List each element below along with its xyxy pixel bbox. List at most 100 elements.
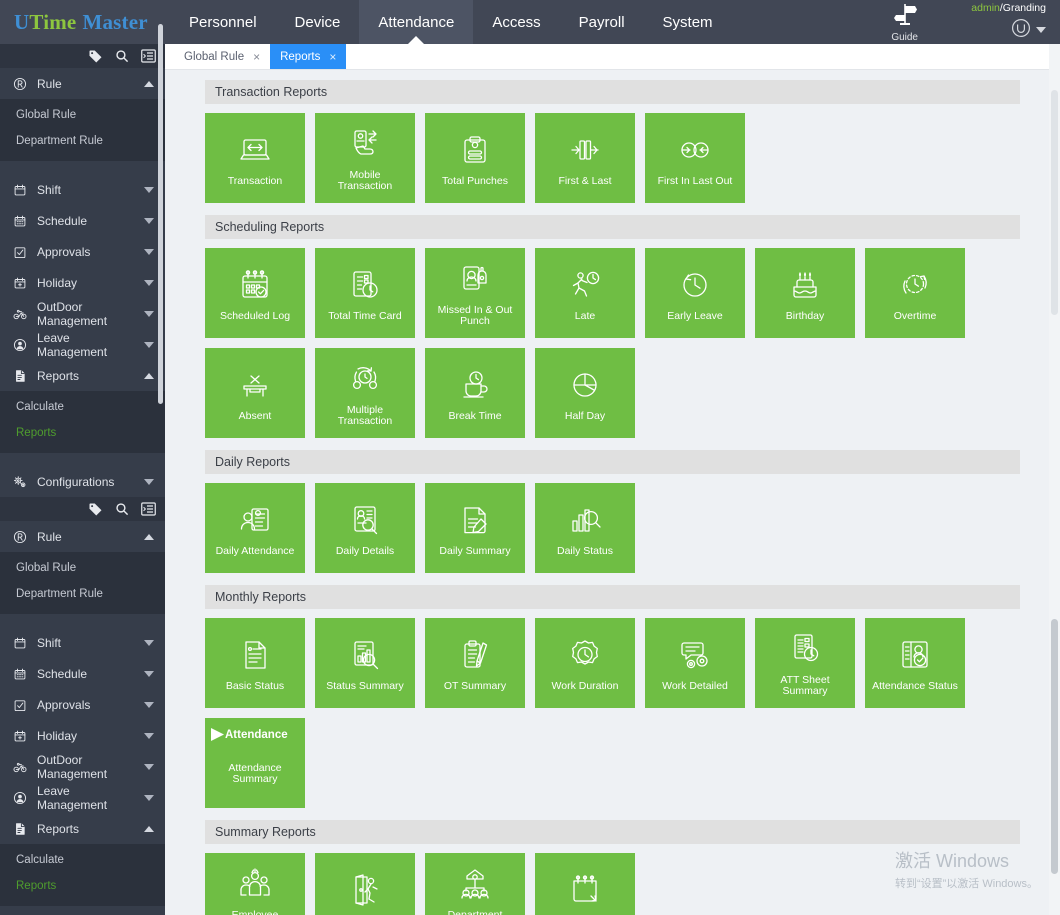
chevron-down-icon[interactable] [144, 249, 154, 255]
sidebar-item-holiday[interactable]: Holiday [0, 267, 165, 298]
close-icon[interactable]: × [329, 50, 336, 64]
sidebar-subitem-reports[interactable]: Reports [0, 420, 165, 446]
main-scrollbar-thumb[interactable] [1051, 619, 1058, 874]
chevron-down-icon[interactable] [144, 764, 154, 770]
tab-reports[interactable]: Reports× [270, 44, 346, 69]
tag-icon[interactable] [88, 49, 103, 64]
report-tile-late[interactable]: Late [535, 248, 635, 338]
sidebar-scrollbar[interactable] [158, 24, 163, 404]
report-tile-department-summary[interactable]: Department Summary [425, 853, 525, 915]
sidebar-subitem-reports[interactable]: Reports [0, 873, 165, 899]
sidebar-item-leave-management[interactable]: Leave Management [0, 782, 165, 813]
report-tile-total-time-card[interactable]: Total Time Card [315, 248, 415, 338]
report-tile-absent[interactable]: Absent [205, 348, 305, 438]
tab-global-rule[interactable]: Global Rule× [174, 44, 270, 69]
nav-item-personnel[interactable]: Personnel [170, 0, 276, 44]
sidebar-subitem-global-rule[interactable]: Global Rule [0, 555, 165, 581]
tag-icon[interactable] [88, 502, 103, 517]
app-logo[interactable]: UTimeMaster [0, 0, 170, 44]
chevron-down-icon[interactable] [144, 479, 154, 485]
sidebar-subitem-department-rule[interactable]: Department Rule [0, 128, 165, 154]
sidebar-item-configurations[interactable]: Configurations [0, 466, 165, 497]
main-scrollbar-track[interactable] [1049, 44, 1060, 915]
report-tile-employee-summary[interactable]: Employee Summary [205, 853, 305, 915]
report-tile-basic-status[interactable]: Basic Status [205, 618, 305, 708]
close-icon[interactable]: × [253, 50, 260, 64]
report-tile-birthday[interactable]: Birthday [755, 248, 855, 338]
report-tile-attendance-summary[interactable]: AttendanceAttendance Summary [205, 718, 305, 808]
chevron-down-icon[interactable] [144, 733, 154, 739]
report-tile-total-punches[interactable]: Total Punches [425, 113, 525, 203]
report-tile-early-leave[interactable]: Early Leave [645, 248, 745, 338]
chevron-down-icon[interactable] [144, 640, 154, 646]
nav-item-attendance[interactable]: Attendance [359, 0, 473, 44]
report-tile-work-detailed[interactable]: Work Detailed [645, 618, 745, 708]
sidebar-item-leave-management[interactable]: Leave Management [0, 329, 165, 360]
chevron-up-icon[interactable] [144, 373, 154, 379]
sidebar-item-approvals[interactable]: Approvals [0, 689, 165, 720]
report-tile-attendance-status[interactable]: Attendance Status [865, 618, 965, 708]
report-tile-first-in-last-out[interactable]: First In Last Out [645, 113, 745, 203]
sidebar-subitem-department-rule[interactable]: Department Rule [0, 581, 165, 607]
chevron-down-icon[interactable] [144, 218, 154, 224]
chevron-down-icon[interactable] [144, 311, 154, 317]
report-tile-leave-summary[interactable]: Leave Summary [315, 853, 415, 915]
report-tile-daily-summary[interactable]: Daily Summary [425, 483, 525, 573]
user-menu[interactable]: admin/Granding [940, 0, 1060, 44]
report-tile-ot-summary[interactable]: OT Summary [425, 618, 525, 708]
collapse-menu-icon[interactable] [141, 49, 156, 63]
chevron-down-icon[interactable] [144, 280, 154, 286]
chevron-down-icon[interactable] [144, 795, 154, 801]
report-tile-transaction[interactable]: Transaction [205, 113, 305, 203]
report-tile-scheduled-log[interactable]: Scheduled Log [205, 248, 305, 338]
sidebar-subitem-calculate[interactable]: Calculate [0, 847, 165, 873]
search-icon[interactable] [115, 49, 129, 63]
sidebar-subitem-calculate[interactable]: Calculate [0, 394, 165, 420]
nav-item-device[interactable]: Device [276, 0, 360, 44]
report-tile-daily-status[interactable]: Daily Status [535, 483, 635, 573]
report-tile-break-time[interactable]: Break Time [425, 348, 525, 438]
report-tile-daily-attendance[interactable]: Daily Attendance [205, 483, 305, 573]
sidebar-subitem-global-rule[interactable]: Global Rule [0, 102, 165, 128]
report-tile-status-summary[interactable]: Status Summary [315, 618, 415, 708]
chevron-down-icon[interactable] [144, 342, 154, 348]
report-tile-overtime[interactable]: Overtime [865, 248, 965, 338]
guide-button[interactable]: Guide [869, 0, 940, 44]
avatar-group[interactable] [1011, 18, 1046, 43]
report-tile-att-sheet-summary[interactable]: ATT Sheet Summary [755, 618, 855, 708]
sidebar-item-rule[interactable]: Rule [0, 68, 165, 99]
collapse-menu-icon[interactable] [141, 502, 156, 516]
chevron-down-icon[interactable] [144, 702, 154, 708]
sidebar-item-reports[interactable]: Reports [0, 813, 165, 844]
sidebar-item-shift[interactable]: Shift [0, 627, 165, 658]
chevron-down-icon[interactable] [144, 671, 154, 677]
chevron-up-icon[interactable] [144, 826, 154, 832]
report-tile-multiple-transaction[interactable]: Multiple Transaction [315, 348, 415, 438]
sidebar-item-reports[interactable]: Reports [0, 360, 165, 391]
sidebar-item-schedule[interactable]: Schedule [0, 658, 165, 689]
sidebar-item-outdoor-management[interactable]: OutDoor Management [0, 298, 165, 329]
chevron-down-icon[interactable] [1036, 27, 1046, 33]
report-tile-missed-in-out-punch[interactable]: Missed In & Out Punch [425, 248, 525, 338]
nav-item-system[interactable]: System [644, 0, 732, 44]
report-tile-mobile-transaction[interactable]: Mobile Transaction [315, 113, 415, 203]
sidebar-item-outdoor-management[interactable]: OutDoor Management [0, 751, 165, 782]
report-tile-yearly-summary[interactable]: Yearly Summary [535, 853, 635, 915]
report-tile-work-duration[interactable]: Work Duration [535, 618, 635, 708]
main-scrollbar-upper[interactable] [1051, 90, 1058, 315]
chevron-up-icon[interactable] [144, 534, 154, 540]
nav-item-access[interactable]: Access [473, 0, 559, 44]
reports-scroll-area[interactable]: Transaction ReportsTransactionMobile Tra… [165, 70, 1060, 915]
report-tile-daily-details[interactable]: Daily Details [315, 483, 415, 573]
chevron-down-icon[interactable] [144, 187, 154, 193]
sidebar-item-shift[interactable]: Shift [0, 174, 165, 205]
nav-item-payroll[interactable]: Payroll [560, 0, 644, 44]
sidebar-item-rule[interactable]: Rule [0, 521, 165, 552]
sidebar-item-holiday[interactable]: Holiday [0, 720, 165, 751]
chevron-up-icon[interactable] [144, 81, 154, 87]
search-icon[interactable] [115, 502, 129, 516]
sidebar-item-approvals[interactable]: Approvals [0, 236, 165, 267]
report-tile-half-day[interactable]: Half Day [535, 348, 635, 438]
report-tile-first-last[interactable]: First & Last [535, 113, 635, 203]
sidebar-item-schedule[interactable]: Schedule [0, 205, 165, 236]
